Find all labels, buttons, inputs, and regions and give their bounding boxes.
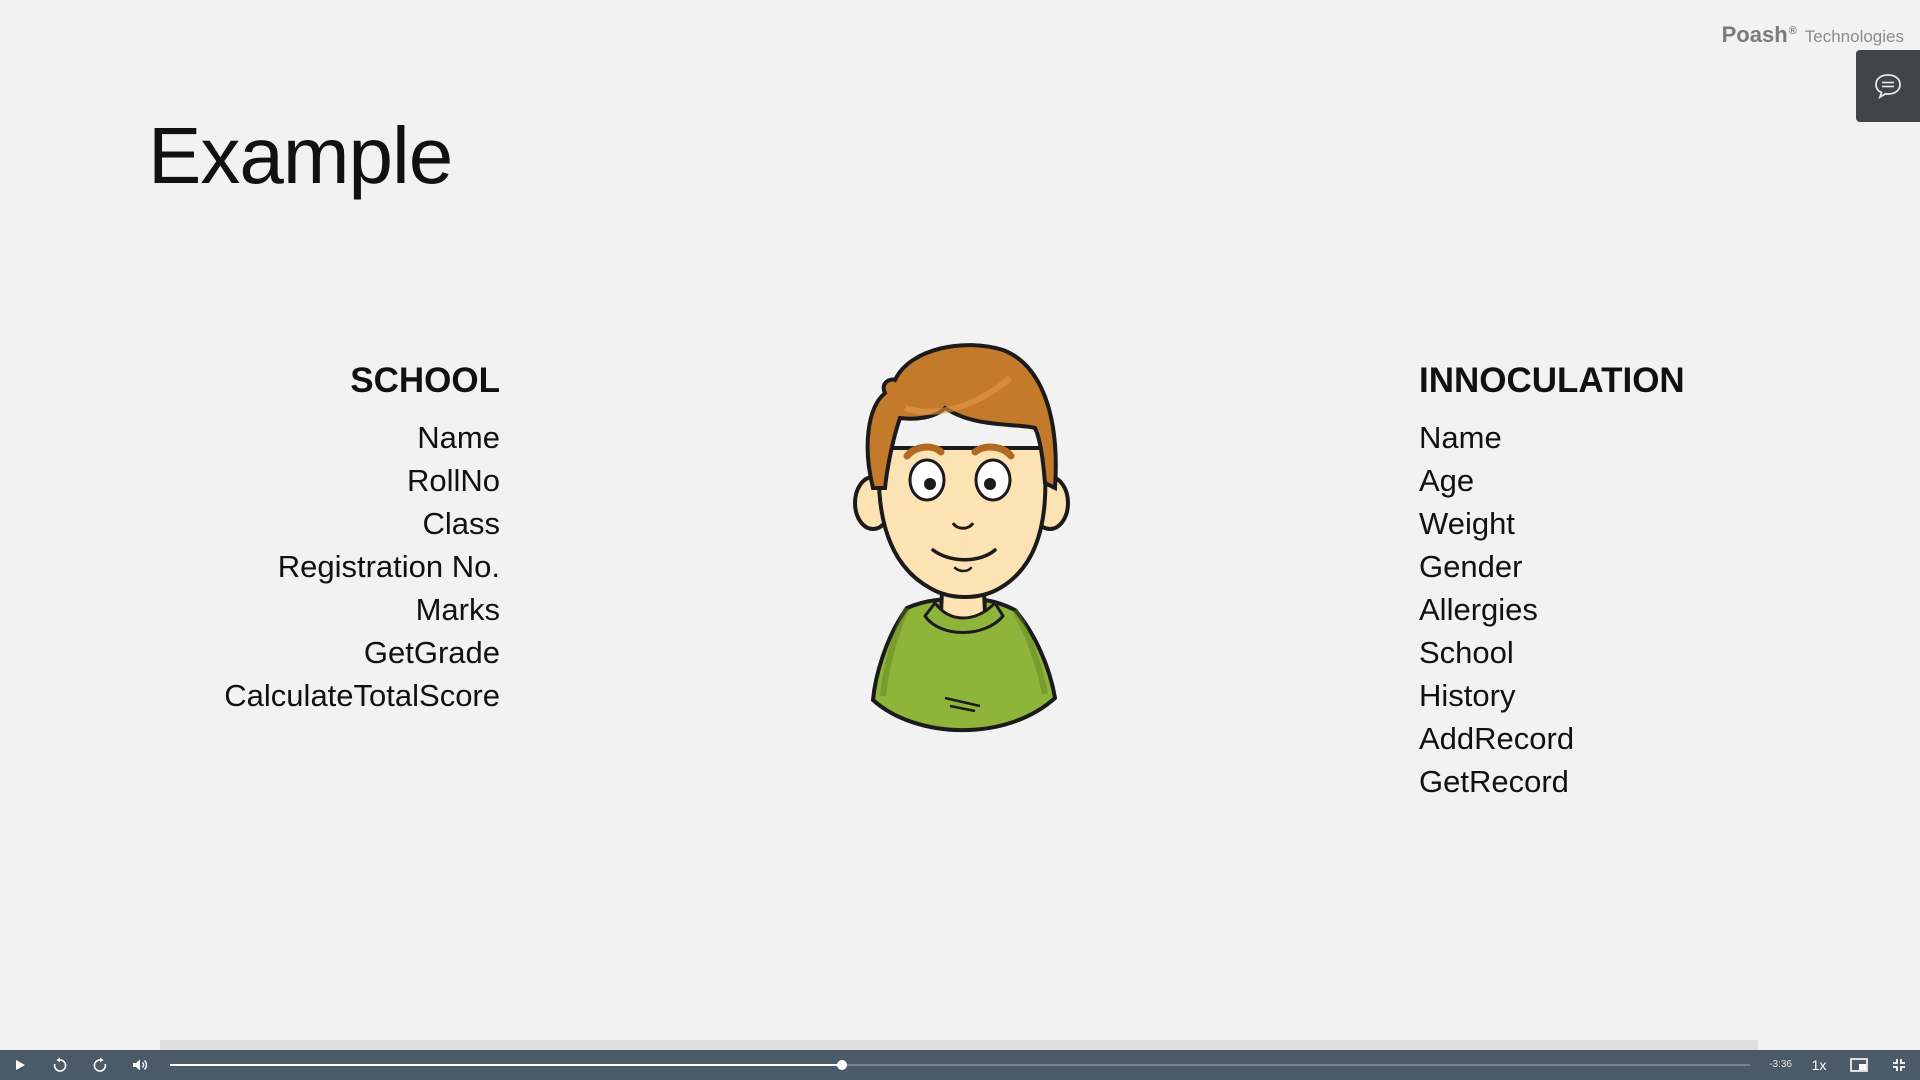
innoculation-item: Allergies: [1419, 592, 1538, 627]
forward-button[interactable]: [80, 1050, 120, 1080]
rewind-button[interactable]: [40, 1050, 80, 1080]
chat-icon: [1875, 74, 1901, 99]
innoculation-item: Gender: [1419, 549, 1523, 584]
innoculation-item: Age: [1419, 463, 1475, 498]
innoculation-item: AddRecord: [1419, 721, 1575, 756]
seek-bar[interactable]: [170, 1060, 1750, 1070]
play-icon: [16, 1060, 25, 1070]
innoculation-column: INNOCULATION Name Age Weight Gender Alle…: [1419, 355, 1685, 803]
slide-title: Example: [148, 111, 453, 200]
seek-bar-handle[interactable]: [836, 1060, 847, 1070]
school-item: Registration No.: [277, 549, 500, 584]
slide-progress-track: [160, 1040, 1758, 1050]
volume-icon: [133, 1059, 148, 1071]
fullscreen-exit-icon: [1893, 1059, 1905, 1071]
seek-bar-fill: [170, 1064, 842, 1066]
play-button[interactable]: [0, 1050, 40, 1080]
forward-icon: [93, 1057, 107, 1072]
school-item: CalculateTotalScore: [224, 678, 500, 713]
innoculation-item: GetRecord: [1419, 764, 1569, 799]
school-item: Class: [422, 506, 500, 541]
brand-name: Poash®: [1721, 22, 1797, 47]
innoculation-heading: INNOCULATION: [1419, 361, 1685, 400]
playback-speed-button[interactable]: 1x: [1804, 1050, 1834, 1080]
school-heading: SCHOOL: [350, 361, 500, 400]
school-column: SCHOOL Name RollNo Class Registration No…: [224, 355, 500, 717]
school-item: GetGrade: [363, 635, 500, 670]
fullscreen-exit-button[interactable]: [1884, 1050, 1914, 1080]
rewind-icon: [53, 1057, 67, 1072]
innoculation-item: History: [1419, 678, 1516, 713]
school-item: Marks: [415, 592, 500, 627]
time-remaining: -3:36: [1769, 1059, 1792, 1070]
innoculation-item: Weight: [1419, 506, 1515, 541]
brand-suffix: Technologies: [1804, 27, 1904, 46]
innoculation-item: School: [1419, 635, 1514, 670]
boy-avatar-illustration: [853, 343, 1070, 733]
pip-icon: [1850, 1058, 1868, 1072]
volume-button[interactable]: [120, 1050, 160, 1080]
brand-logo: Poash® Technologies: [1722, 22, 1904, 48]
pip-button[interactable]: [1844, 1050, 1874, 1080]
school-item: Name: [417, 420, 500, 455]
innoculation-item: Name: [1419, 420, 1502, 455]
school-item: RollNo: [406, 463, 500, 498]
player-controls: -3:36 1x: [0, 1050, 1920, 1080]
chat-button[interactable]: [1856, 50, 1920, 122]
